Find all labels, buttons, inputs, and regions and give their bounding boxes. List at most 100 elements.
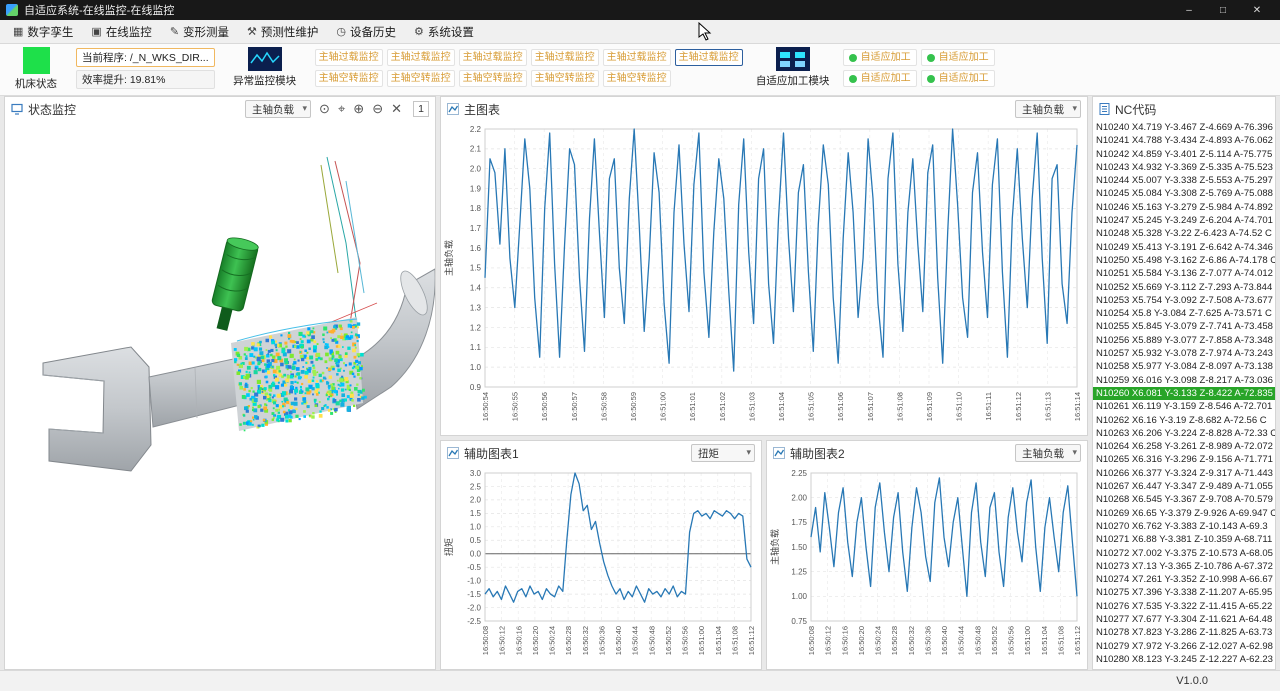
adaptive-buttons-grid: 自适应加工自适应加工 自适应加工自适应加工 xyxy=(843,47,995,87)
svg-text:16:50:54: 16:50:54 xyxy=(481,392,490,421)
adaptive-process-button[interactable]: 自适应加工 xyxy=(843,49,917,66)
aux-chart2-title: 辅助图表2 xyxy=(790,445,845,462)
adaptive-process-button[interactable]: 自适应加工 xyxy=(921,70,995,87)
anomaly-module-block: 异常监控模块 xyxy=(227,47,303,88)
nc-code-line[interactable]: N10260 X6.081 Y-3.133 Z-8.422 A-72.835 xyxy=(1093,387,1275,400)
nc-code-line[interactable]: N10259 X6.016 Y-3.098 Z-8.217 A-73.036 xyxy=(1093,374,1275,387)
nc-code-line[interactable]: N10241 X4.788 Y-3.434 Z-4.893 A-76.062 xyxy=(1093,134,1275,147)
predict-maintain-icon: ⚒ xyxy=(247,25,257,38)
nc-code-line[interactable]: N10242 X4.859 Y-3.401 Z-5.114 A-75.775 xyxy=(1093,148,1275,161)
machine-status-label: 机床状态 xyxy=(15,76,57,91)
nc-code-line[interactable]: N10278 X7.823 Y-3.286 Z-11.825 A-63.73 xyxy=(1093,626,1275,639)
nc-code-line[interactable]: N10267 X6.447 Y-3.347 Z-9.489 A-71.055 xyxy=(1093,480,1275,493)
control-strip: 机床状态 当前程序: /_N_WKS_DIR... 效率提升: 19.81% 异… xyxy=(0,44,1280,96)
nc-code-line[interactable]: N10251 X5.584 Y-3.136 Z-7.077 A-74.012 xyxy=(1093,267,1275,280)
pan-icon[interactable]: ⌖ xyxy=(335,101,348,117)
nc-code-line[interactable]: N10264 X6.258 Y-3.261 Z-8.989 A-72.072 xyxy=(1093,440,1275,453)
nc-code-line[interactable]: N10266 X6.377 Y-3.324 Z-9.317 A-71.443 xyxy=(1093,467,1275,480)
nc-code-line[interactable]: N10279 X7.972 Y-3.266 Z-12.027 A-62.98 xyxy=(1093,640,1275,653)
close-icon[interactable]: ✕ xyxy=(388,101,405,117)
nc-code-line[interactable]: N10247 X5.245 Y-3.249 Z-6.204 A-74.701 xyxy=(1093,214,1275,227)
maximize-button[interactable]: □ xyxy=(1206,0,1240,20)
app-icon xyxy=(6,4,18,16)
menu-bar: ▦ 数字孪生 ▣ 在线监控 ✎ 变形测量 ⚒ 预测性维护 ◷ 设备历史 ⚙ 系统… xyxy=(0,20,1280,44)
view-metric-select[interactable]: 主轴负载 xyxy=(245,100,311,118)
nc-code-line[interactable]: N10261 X6.119 Y-3.159 Z-8.546 A-72.701 xyxy=(1093,400,1275,413)
menu-item[interactable]: ✎ 变形测量 xyxy=(161,22,238,42)
adaptive-process-button[interactable]: 自适应加工 xyxy=(843,70,917,87)
menu-item[interactable]: ◷ 设备历史 xyxy=(327,22,405,42)
svg-text:16:50:48: 16:50:48 xyxy=(973,626,982,655)
spindle-idle-monitor-button[interactable]: 主轴空转监控 xyxy=(387,70,455,87)
spindle-idle-monitor-button[interactable]: 主轴空转监控 xyxy=(531,70,599,87)
svg-text:16:51:09: 16:51:09 xyxy=(925,392,934,421)
nc-code-line[interactable]: N10276 X7.535 Y-3.322 Z-11.415 A-65.22 xyxy=(1093,600,1275,613)
nc-code-line[interactable]: N10256 X5.889 Y-3.077 Z-7.858 A-73.348 xyxy=(1093,334,1275,347)
orbit-icon[interactable]: ⊙ xyxy=(316,101,333,117)
spindle-idle-monitor-button[interactable]: 主轴空转监控 xyxy=(603,70,671,87)
nc-code-line[interactable]: N10263 X6.206 Y-3.224 Z-8.828 A-72.33 C xyxy=(1093,427,1275,440)
menu-item[interactable]: ▦ 数字孪生 xyxy=(4,22,82,42)
nc-code-line[interactable]: N10243 X4.932 Y-3.369 Z-5.335 A-75.523 xyxy=(1093,161,1275,174)
document-icon xyxy=(1099,103,1110,115)
spindle-overload-monitor-button[interactable]: 主轴过载监控 xyxy=(603,49,671,66)
nc-code-line[interactable]: N10270 X6.762 Y-3.383 Z-10.143 A-69.3 xyxy=(1093,520,1275,533)
spindle-overload-monitor-button[interactable]: 主轴过载监控 xyxy=(531,49,599,66)
nc-code-line[interactable]: N10249 X5.413 Y-3.191 Z-6.642 A-74.346 xyxy=(1093,241,1275,254)
nc-code-line[interactable]: N10274 X7.261 Y-3.352 Z-10.998 A-66.67 xyxy=(1093,573,1275,586)
nc-code-line[interactable]: N10277 X7.677 Y-3.304 Z-11.621 A-64.48 xyxy=(1093,613,1275,626)
spindle-idle-monitor-button[interactable]: 主轴空转监控 xyxy=(315,70,383,87)
zoom-in-icon[interactable]: ⊕ xyxy=(350,101,367,117)
spindle-overload-monitor-button[interactable]: 主轴过载监控 xyxy=(387,49,455,66)
nc-code-line[interactable]: N10268 X6.545 Y-3.367 Z-9.708 A-70.579 xyxy=(1093,493,1275,506)
close-button[interactable]: ✕ xyxy=(1240,0,1274,20)
nc-code-line[interactable]: N10245 X5.084 Y-3.308 Z-5.769 A-75.088 xyxy=(1093,187,1275,200)
svg-text:2.0: 2.0 xyxy=(470,496,482,505)
nc-code-line[interactable]: N10252 X5.669 Y-3.112 Z-7.293 A-73.844 xyxy=(1093,281,1275,294)
adaptive-module-icon xyxy=(776,47,810,71)
minimize-button[interactable]: – xyxy=(1172,0,1206,20)
nc-code-line[interactable]: N10240 X4.719 Y-3.467 Z-4.669 A-76.396 xyxy=(1093,121,1275,134)
nc-code-line[interactable]: N10273 X7.13 Y-3.365 Z-10.786 A-67.372 xyxy=(1093,560,1275,573)
line-chart-icon xyxy=(447,447,459,459)
main-chart-metric-select[interactable]: 主轴负载 xyxy=(1015,100,1081,118)
aux-chart1-title: 辅助图表1 xyxy=(464,445,519,462)
nc-code-line[interactable]: N10272 X7.002 Y-3.375 Z-10.573 A-68.05 xyxy=(1093,547,1275,560)
nc-code-line[interactable]: N10257 X5.932 Y-3.078 Z-7.974 A-73.243 xyxy=(1093,347,1275,360)
svg-text:1.00: 1.00 xyxy=(791,592,807,601)
machine-part-3d-view[interactable] xyxy=(5,121,435,669)
nc-code-line[interactable]: N10246 X5.163 Y-3.279 Z-5.984 A-74.892 xyxy=(1093,201,1275,214)
nc-code-line[interactable]: N10262 X6.16 Y-3.19 Z-8.682 A-72.56 C xyxy=(1093,414,1275,427)
nc-code-line[interactable]: N10244 X5.007 Y-3.338 Z-5.553 A-75.297 xyxy=(1093,174,1275,187)
aux-chart2-metric-select[interactable]: 主轴负载 xyxy=(1015,444,1081,462)
nc-code-line[interactable]: N10258 X5.977 Y-3.084 Z-8.097 A-73.138 xyxy=(1093,360,1275,373)
svg-text:1.25: 1.25 xyxy=(791,567,807,576)
nc-code-line[interactable]: N10248 X5.328 Y-3.22 Z-6.423 A-74.52 C xyxy=(1093,227,1275,240)
nc-code-line[interactable]: N10271 X6.88 Y-3.381 Z-10.359 A-68.711 xyxy=(1093,533,1275,546)
spindle-idle-monitor-button[interactable]: 主轴空转监控 xyxy=(459,70,527,87)
aux-chart1-metric-select[interactable]: 扭矩 xyxy=(691,444,755,462)
svg-text:16:50:08: 16:50:08 xyxy=(481,626,490,655)
menu-item[interactable]: ⚒ 预测性维护 xyxy=(238,22,327,42)
spindle-overload-monitor-button[interactable]: 主轴过载监控 xyxy=(315,49,383,66)
nc-code-line[interactable]: N10269 X6.65 Y-3.379 Z-9.926 A-69.947 C xyxy=(1093,507,1275,520)
nc-code-line[interactable]: N10280 X8.123 Y-3.245 Z-12.227 A-62.23 xyxy=(1093,653,1275,666)
spindle-overload-monitor-button[interactable]: 主轴过载监控 xyxy=(459,49,527,66)
zoom-out-icon[interactable]: ⊖ xyxy=(369,101,386,117)
nc-code-line[interactable]: N10253 X5.754 Y-3.092 Z-7.508 A-73.677 xyxy=(1093,294,1275,307)
nc-code-line[interactable]: N10265 X6.316 Y-3.296 Z-9.156 A-71.771 xyxy=(1093,453,1275,466)
menu-item[interactable]: ⚙ 系统设置 xyxy=(405,22,483,42)
nc-code-line[interactable]: N10275 X7.396 Y-3.338 Z-11.207 A-65.95 xyxy=(1093,586,1275,599)
efficiency-value: 19.81% xyxy=(130,74,166,86)
nc-code-line[interactable]: N10250 X5.498 Y-3.162 Z-6.86 A-74.178 C xyxy=(1093,254,1275,267)
current-program-chip: 当前程序: /_N_WKS_DIR... xyxy=(76,48,215,67)
main-chart-canvas: 0.91.01.11.21.31.41.51.61.71.81.92.02.12… xyxy=(441,121,1087,435)
digital-twin-icon: ▦ xyxy=(13,25,23,38)
main-chart-title: 主图表 xyxy=(464,101,500,118)
adaptive-process-button[interactable]: 自适应加工 xyxy=(921,49,995,66)
nc-code-line[interactable]: N10255 X5.845 Y-3.079 Z-7.741 A-73.458 xyxy=(1093,320,1275,333)
menu-item[interactable]: ▣ 在线监控 xyxy=(82,22,160,42)
svg-text:16:50:32: 16:50:32 xyxy=(907,626,916,655)
nc-code-line[interactable]: N10254 X5.8 Y-3.084 Z-7.625 A-73.571 C xyxy=(1093,307,1275,320)
spindle-overload-monitor-button[interactable]: 主轴过载监控 xyxy=(675,49,743,66)
